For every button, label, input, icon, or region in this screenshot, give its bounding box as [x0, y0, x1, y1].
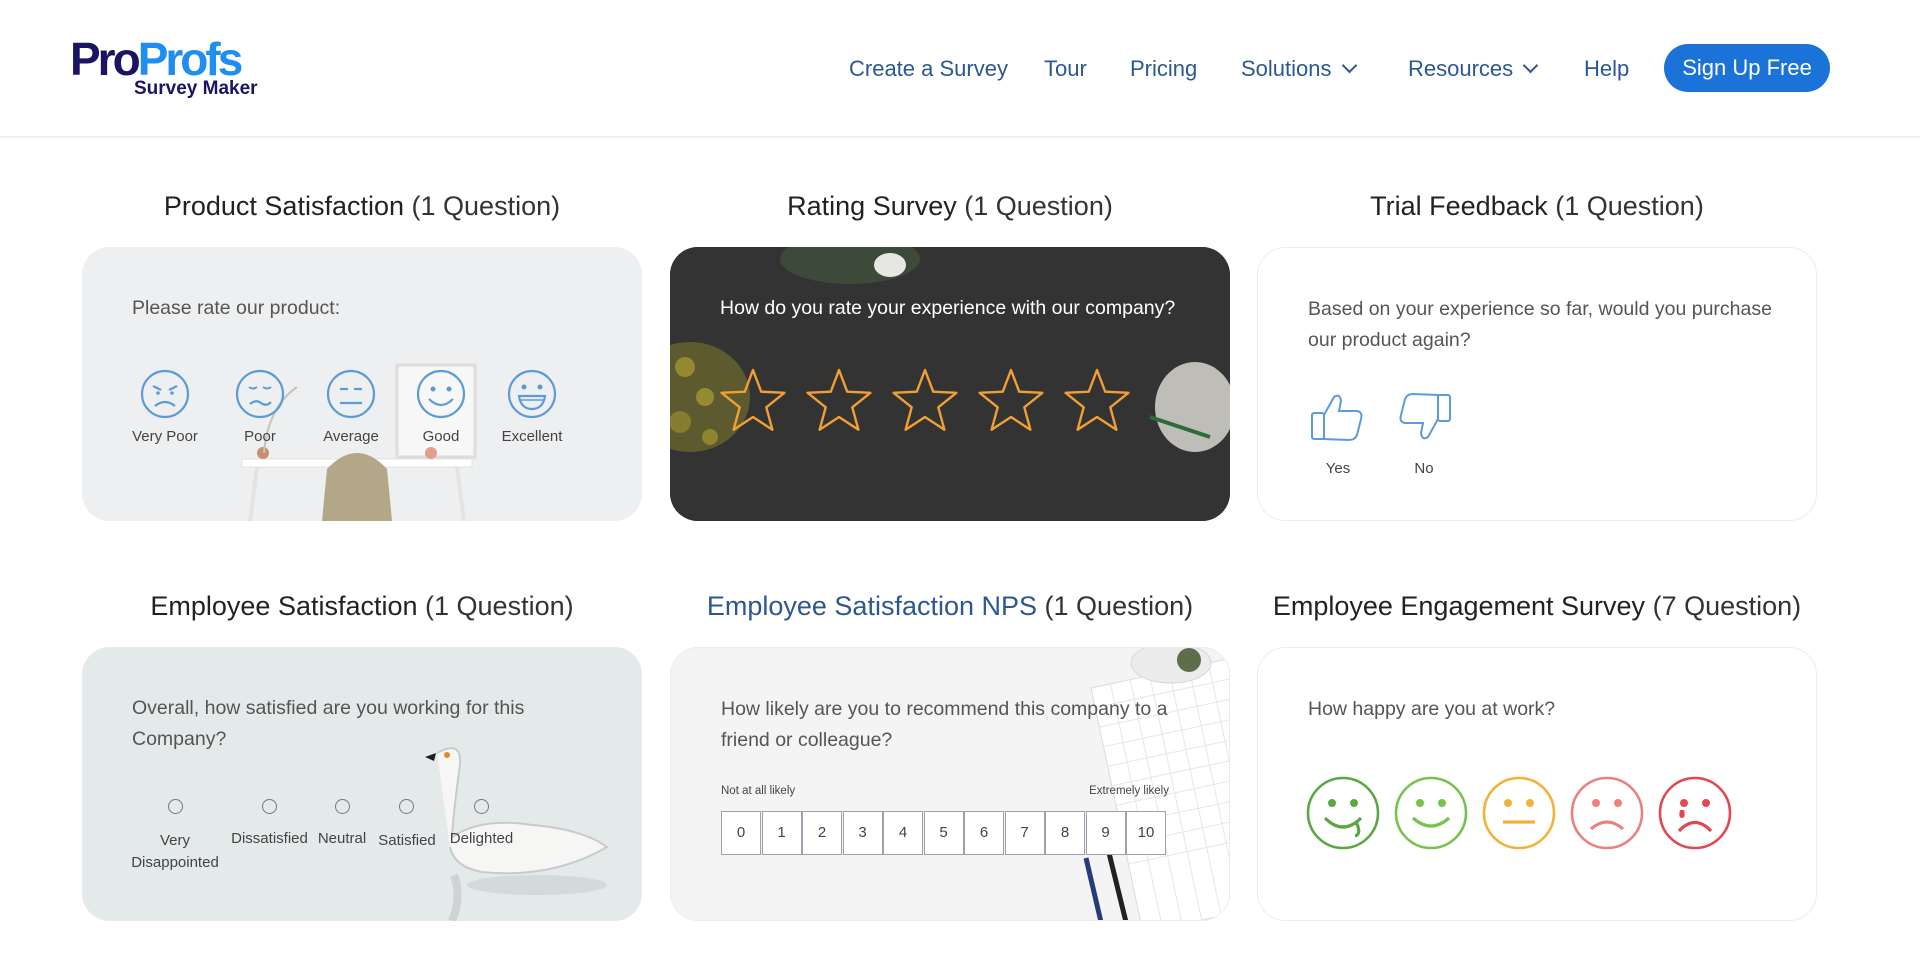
nav-resources[interactable]: Resources [1408, 56, 1539, 82]
question-text: Based on your experience so far, would y… [1308, 298, 1772, 351]
chevron-down-icon [1341, 57, 1357, 74]
radio-option[interactable] [399, 799, 414, 814]
employee-satisfaction-nps-card[interactable]: How likely are you to recommend this com… [670, 647, 1230, 921]
radio-option[interactable] [474, 799, 489, 814]
option-label: Delighted [449, 830, 514, 847]
thumbs-down-icon[interactable] [1396, 391, 1452, 445]
card-title-trial-feedback[interactable]: Trial Feedback (1 Question) [1257, 189, 1817, 223]
proprofs-logo[interactable]: ProProfs Survey Maker [70, 34, 270, 104]
question-text: Please rate our product: [132, 297, 341, 319]
option-label: Very Poor [132, 428, 198, 445]
poor-face-icon[interactable] [235, 369, 285, 419]
chevron-down-icon [1522, 57, 1539, 74]
question-text: How happy are you at work? [1308, 698, 1556, 720]
swan-background-image [82, 647, 642, 921]
nav-solutions[interactable]: Solutions [1241, 56, 1357, 82]
sign-up-free-button[interactable]: Sign Up Free [1664, 44, 1830, 92]
good-face-icon[interactable] [416, 369, 466, 419]
radio-option[interactable] [168, 799, 183, 814]
site-header: ProProfs Survey Maker Create a Survey To… [0, 0, 1920, 138]
option-label: No [1414, 460, 1434, 477]
star-icon[interactable] [803, 365, 875, 437]
nav-tour[interactable]: Tour [1044, 56, 1087, 82]
option-label: Average [323, 428, 379, 445]
option-label: Good [422, 428, 460, 445]
option-label: Excellent [501, 428, 563, 445]
card-title-employee-satisfaction-nps[interactable]: Employee Satisfaction NPS (1 Question) [670, 589, 1230, 623]
star-icon[interactable] [975, 365, 1047, 437]
card-title-product-satisfaction[interactable]: Product Satisfaction (1 Question) [82, 189, 642, 223]
scale-high-label: Extremely likely [1089, 785, 1169, 797]
scale-low-label: Not at all likely [721, 785, 796, 797]
nps-score-option[interactable]: 2 [802, 811, 842, 855]
star-icon[interactable] [717, 365, 789, 437]
nav-pricing[interactable]: Pricing [1130, 56, 1197, 82]
option-label: Dissatisfied [231, 830, 308, 847]
nps-scale: 0 1 2 3 4 5 6 7 8 9 10 [721, 811, 1171, 855]
card-title-employee-satisfaction[interactable]: Employee Satisfaction (1 Question) [82, 589, 642, 623]
nps-score-option[interactable]: 5 [923, 811, 964, 855]
option-label: Poor [244, 428, 276, 445]
radio-option[interactable] [262, 799, 277, 814]
option-label: Very Disappointed [131, 832, 219, 871]
very-happy-face-icon[interactable] [1306, 776, 1382, 852]
star-icon[interactable] [889, 365, 961, 437]
nps-score-option[interactable]: 10 [1126, 811, 1166, 855]
very-poor-face-icon[interactable] [140, 369, 190, 419]
product-satisfaction-card[interactable]: Please rate our product: Very Poor Poor … [82, 247, 642, 521]
nav-create-survey[interactable]: Create a Survey [849, 56, 1008, 82]
nps-score-option[interactable]: 9 [1085, 811, 1126, 855]
thumbs-up-icon[interactable] [1310, 391, 1366, 445]
employee-engagement-survey-card[interactable]: How happy are you at work? [1257, 647, 1817, 921]
nps-score-option[interactable]: 0 [721, 811, 761, 855]
excellent-face-icon[interactable] [507, 369, 557, 419]
employee-satisfaction-card[interactable]: Overall, how satisfied are you working f… [82, 647, 642, 921]
card-title-rating-survey[interactable]: Rating Survey (1 Question) [670, 189, 1230, 223]
nps-score-option[interactable]: 4 [883, 811, 923, 855]
nps-score-option[interactable]: 8 [1045, 811, 1085, 855]
nav-help[interactable]: Help [1584, 56, 1629, 82]
average-face-icon[interactable] [326, 369, 376, 419]
neutral-face-icon[interactable] [1482, 776, 1558, 852]
question-text: Overall, how satisfied are you working f… [132, 697, 525, 750]
option-label: Yes [1325, 460, 1351, 477]
radio-option[interactable] [335, 799, 350, 814]
nps-score-option[interactable]: 1 [761, 811, 802, 855]
card-title-employee-engagement-survey[interactable]: Employee Engagement Survey (7 Question) [1257, 589, 1817, 623]
rating-survey-card[interactable]: How do you rate your experience with our… [670, 247, 1230, 521]
nps-score-option[interactable]: 6 [964, 811, 1004, 855]
very-sad-face-icon[interactable] [1658, 776, 1734, 852]
nps-score-option[interactable]: 3 [842, 811, 883, 855]
happy-face-icon[interactable] [1394, 776, 1470, 852]
option-label: Satisfied [378, 832, 436, 849]
sad-face-icon[interactable] [1570, 776, 1646, 852]
trial-feedback-card[interactable]: Based on your experience so far, would y… [1257, 247, 1817, 521]
question-text: How do you rate your experience with our… [720, 297, 1176, 319]
star-icon[interactable] [1061, 365, 1133, 437]
logo-subtitle: Survey Maker [134, 78, 258, 99]
nps-score-option[interactable]: 7 [1004, 811, 1045, 855]
question-text: How likely are you to recommend this com… [721, 698, 1168, 751]
